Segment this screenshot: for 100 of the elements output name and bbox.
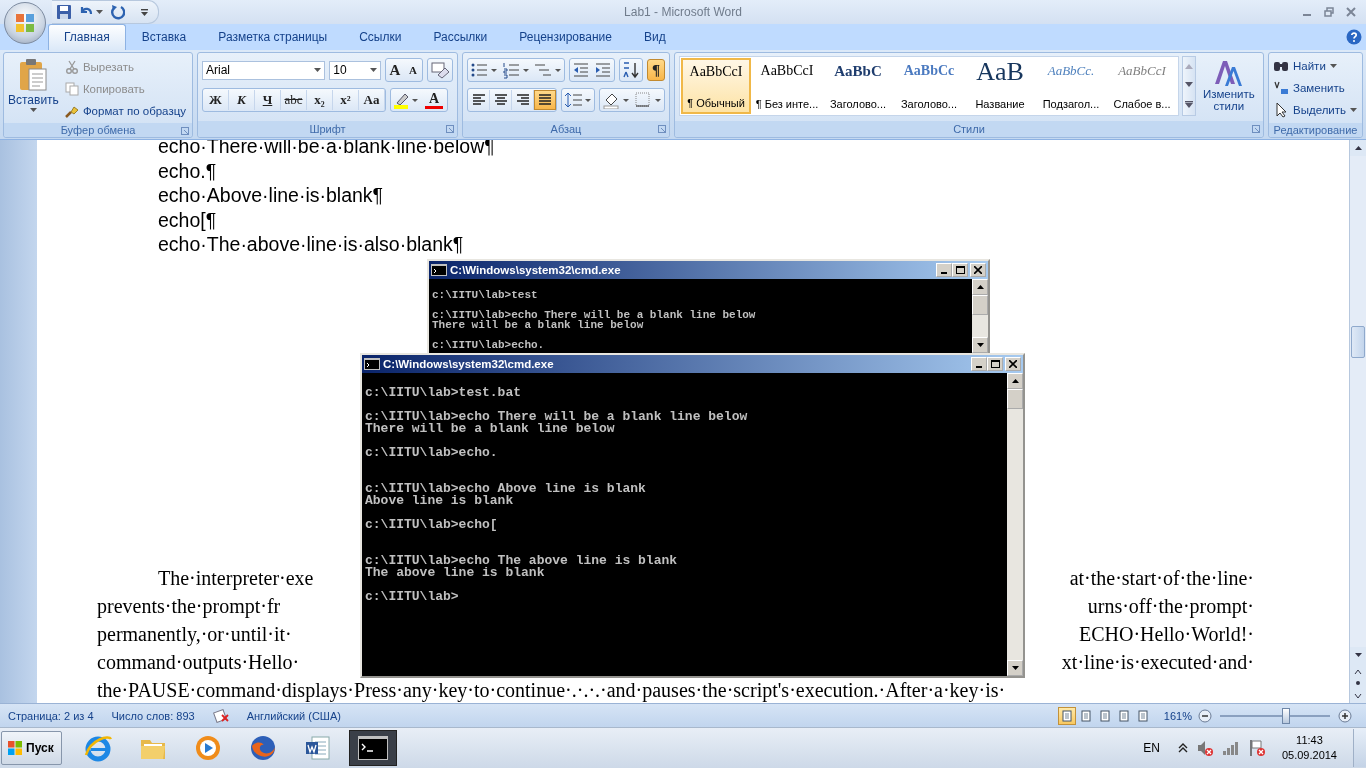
language-indicator[interactable]: Английский (США) [246,709,341,722]
show-marks-button[interactable]: ¶ [647,59,665,81]
zoom-in-icon[interactable] [1338,708,1352,723]
taskbar-button[interactable] [348,730,397,766]
scrollbar[interactable] [972,279,988,353]
change-styles-button[interactable]: Изменить стили [1198,56,1259,119]
ribbon-tab[interactable]: Разметка страницы [202,24,344,50]
font-color-button[interactable]: A [425,91,443,109]
format-button[interactable]: К [229,90,255,110]
close-icon[interactable] [1346,7,1356,17]
shading-icon[interactable] [602,91,630,109]
style-item[interactable]: AaBbCcI ¶ Обычный [681,58,751,114]
format-button[interactable]: Ч [255,90,281,110]
start-button[interactable]: Пуск [1,731,62,765]
speaker-icon[interactable] [1195,739,1214,757]
bullet-list-icon[interactable] [470,61,498,79]
multilevel-list-icon[interactable] [534,61,562,79]
highlighter-icon[interactable] [393,91,419,109]
format-button[interactable]: x₂ [307,90,333,110]
chevron-up-icon[interactable] [1177,743,1188,753]
browse-object-icon[interactable] [1354,668,1362,698]
proofing-icon[interactable] [212,708,229,723]
shrink-font-button[interactable]: A [404,60,422,80]
arrow-up-icon[interactable] [1354,146,1362,150]
ribbon-tab[interactable]: Вид [627,24,682,50]
zoom-slider-thumb[interactable] [1282,707,1290,724]
console-line: c:\IITU\lab>echo. [365,447,499,462]
word-count[interactable]: Число слов: 893 [111,709,195,722]
arrow-down-icon[interactable] [1011,666,1019,670]
format-button[interactable]: Ж [203,90,229,110]
clipboard-button[interactable]: Формат по образцу [64,101,186,120]
minimize-button[interactable] [971,357,987,371]
console-title: C:\Windows\system32\cmd.exe [383,358,554,370]
view-button[interactable] [1057,706,1076,725]
style-item[interactable]: AaBbCcI Слабое в... [1107,58,1177,114]
more-icon[interactable] [1184,101,1193,109]
close-button[interactable] [970,263,986,277]
scrollbar-thumb[interactable] [1351,326,1365,358]
office-button[interactable] [4,2,46,44]
customize-icon[interactable] [141,8,148,16]
scrollbar[interactable] [1007,373,1023,676]
maximize-button[interactable] [987,357,1003,371]
console-title: C:\Windows\system32\cmd.exe [450,264,621,276]
save-icon[interactable] [56,4,72,20]
editing-button[interactable]: Заменить [1273,78,1358,98]
decrease-indent-icon[interactable] [572,61,590,79]
style-preview: AaBbCcI [689,64,743,80]
grow-font-button[interactable]: A [386,60,404,80]
borders-icon[interactable] [634,91,662,109]
paragraph-text: command·outputs·Hello· [97,649,300,676]
format-button[interactable]: Aa [359,90,385,110]
style-item[interactable]: AaBbC Заголово... [823,58,893,114]
caret-icon[interactable] [96,10,103,14]
arrow-down-icon[interactable] [1184,82,1193,88]
font-size-field[interactable]: 10 [329,60,381,80]
arrow-up-icon[interactable] [976,285,984,289]
ribbon-tab[interactable]: Рассылки [417,24,504,50]
increase-indent-icon[interactable] [594,61,612,79]
font-name-field[interactable]: Arial [202,60,326,80]
document-line: echo.¶ [158,158,218,183]
scrollbar[interactable] [1349,140,1366,703]
alignment-icon [515,94,530,106]
numbered-list-icon[interactable] [502,61,530,79]
ribbon-tab[interactable]: Ссылки [343,24,418,50]
editing-button[interactable]: Выделить [1273,100,1358,120]
close-icon [1009,360,1017,368]
clock-date[interactable]: 05.09.2014 [1281,748,1337,763]
gallery-scrollbar[interactable] [1182,56,1196,116]
zoom-out-icon[interactable] [1198,708,1212,723]
ribbon-tab[interactable]: Вставка [125,24,203,50]
align-button[interactable] [534,90,556,110]
style-item[interactable]: AaBbCc. Подзагол... [1036,58,1106,114]
style-item[interactable]: AaBbCc Заголово... [894,58,964,114]
terminal-icon [357,736,388,760]
style-item[interactable]: AaB Название [965,58,1035,114]
page-view-icon [1098,709,1111,722]
editing-button[interactable]: Найти [1273,56,1358,76]
redo-icon[interactable] [109,4,125,20]
close-button[interactable] [1005,357,1021,371]
zoom-level[interactable]: 161% [1163,709,1192,722]
language-indicator[interactable]: EN [1143,741,1160,755]
page-count[interactable]: Страница: 2 из 4 [8,709,94,722]
ribbon-tab[interactable]: Рецензирование [503,24,628,50]
clock-time[interactable]: 11:43 [1296,733,1323,748]
arrow-down-icon[interactable] [1354,653,1362,657]
maximize-button[interactable] [952,263,968,277]
format-button[interactable]: abc [281,90,307,110]
format-button[interactable]: x² [333,90,359,110]
paragraph-text: the·PAUSE·command·displays·Press·any·key·to·continue·.·.·.·and·pauses·the·script's·execution.·After·a·key·is· [97,677,1006,703]
arrow-down-icon[interactable] [976,343,984,347]
restore-icon[interactable] [1324,7,1334,17]
paste-button[interactable]: Вставить [6,56,61,120]
minimize-button[interactable] [936,263,952,277]
alignment-icon [471,94,486,106]
ribbon-tab[interactable]: Главная [48,24,126,50]
help-icon[interactable] [1346,29,1362,45]
style-item[interactable]: AaBbCcI ¶ Без инте... [752,58,822,114]
signal-icon[interactable] [1221,740,1240,756]
arrow-up-icon[interactable] [1011,379,1019,383]
flag-icon[interactable] [1247,739,1266,757]
